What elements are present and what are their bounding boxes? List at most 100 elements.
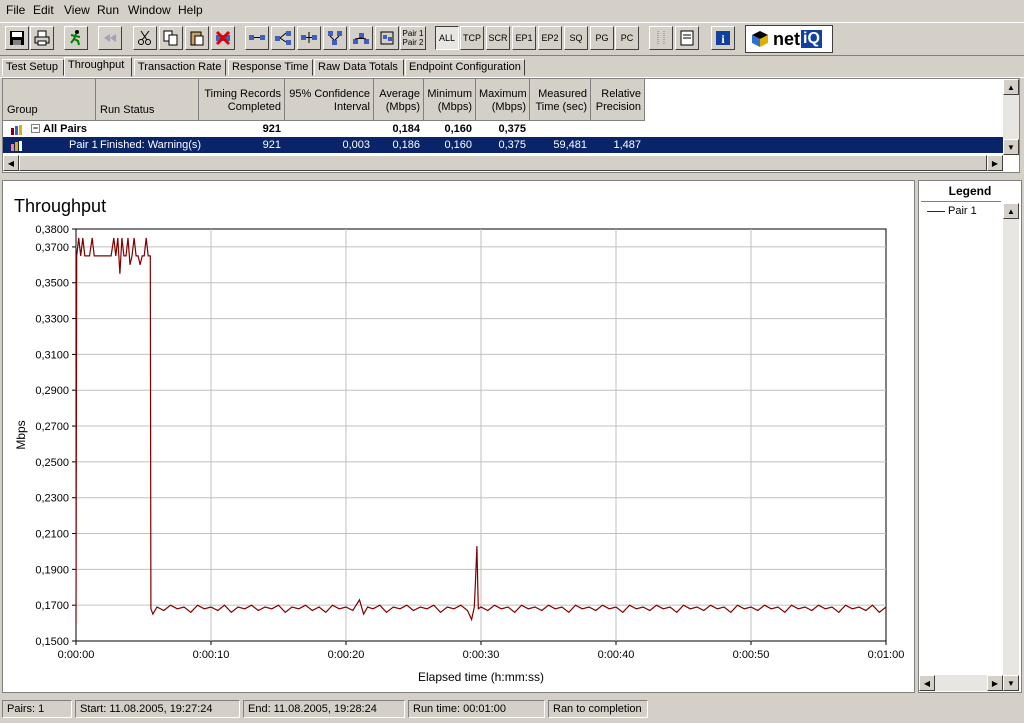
confidence-value: 0,003 — [342, 139, 370, 151]
scroll-thumb[interactable] — [19, 155, 987, 171]
scroll-left-icon[interactable]: ◀ — [3, 155, 19, 171]
tab-strip: Test Setup Throughput Transaction Rate R… — [0, 57, 1024, 78]
save-button[interactable] — [5, 26, 29, 50]
y-tick-label: 0,2300 — [35, 493, 69, 505]
menu-window[interactable]: Window — [128, 3, 171, 17]
run-button[interactable] — [64, 26, 88, 50]
chart-title: Throughput — [14, 196, 106, 216]
filter-tcp-button[interactable]: TCP — [460, 26, 484, 50]
minimum-value: 0,160 — [444, 139, 472, 151]
runner-icon — [70, 30, 81, 46]
menu-view[interactable]: View — [64, 3, 90, 17]
legend-panel: Legend Pair 1 ▲ ▼ ◀ ▶ — [918, 180, 1022, 693]
grid-horizontal-scrollbar[interactable]: ◀ ▶ — [3, 155, 1003, 171]
pair-name: Pair 1 — [69, 139, 98, 151]
header-minimum[interactable]: Minimum (Mbps) — [424, 79, 476, 121]
legend-label: Pair 1 — [948, 205, 977, 217]
scroll-right-icon[interactable]: ▶ — [987, 155, 1003, 171]
legend-item-pair-1[interactable]: Pair 1 — [927, 205, 977, 217]
y-tick-label: 0,1700 — [35, 600, 69, 612]
results-grid: Group Run Status Timing Records Completed… — [2, 78, 1020, 173]
cut-button[interactable] — [133, 26, 157, 50]
printer-icon — [34, 30, 50, 46]
tab-throughput[interactable]: Throughput — [64, 57, 132, 77]
y-tick-label: 0,1500 — [35, 636, 69, 648]
endpoint-button[interactable] — [323, 26, 347, 50]
menu-help[interactable]: Help — [178, 3, 203, 17]
legend-swatch — [927, 210, 945, 212]
maximum-value: 0,375 — [498, 139, 526, 151]
copy-icon — [163, 30, 178, 46]
netiq-cube-icon — [752, 31, 768, 47]
header-confidence[interactable]: 95% Confidence Interval — [285, 79, 374, 121]
tab-endpoint-configuration[interactable]: Endpoint Configuration — [405, 59, 525, 76]
x-tick-label: 0:01:00 — [868, 649, 905, 661]
scroll-down-icon[interactable]: ▼ — [1003, 139, 1019, 155]
paste-button[interactable] — [185, 26, 209, 50]
x-tick-label: 0:00:50 — [733, 649, 770, 661]
y-tick-label: 0,3500 — [35, 278, 69, 290]
header-timing-records[interactable]: Timing Records Completed — [199, 79, 285, 121]
filter-all-button[interactable]: ALL — [435, 26, 459, 50]
tab-transaction-rate[interactable]: Transaction Rate — [134, 59, 226, 76]
menu-run[interactable]: Run — [97, 3, 119, 17]
y-tick-label: 0,3700 — [35, 242, 69, 254]
multicast-icon — [275, 31, 291, 45]
legend-title: Legend — [948, 184, 992, 198]
y-tick-label: 0,2100 — [35, 529, 69, 541]
clipboard-icon — [190, 31, 204, 46]
pair-icon — [249, 35, 265, 40]
filter-pg-button[interactable]: PG — [590, 26, 614, 50]
tab-raw-data-totals[interactable]: Raw Data Totals — [314, 59, 404, 76]
edit-pair-button[interactable] — [297, 26, 321, 50]
menu-file[interactable]: File — [6, 3, 25, 17]
scroll-up-icon[interactable]: ▲ — [1003, 79, 1019, 95]
dotted-button[interactable] — [649, 26, 673, 50]
swap-button[interactable] — [375, 26, 399, 50]
scroll-left-icon[interactable]: ◀ — [919, 675, 935, 691]
delete-button[interactable] — [211, 26, 235, 50]
header-measured-time[interactable]: Measured Time (sec) — [530, 79, 591, 121]
header-maximum[interactable]: Maximum (Mbps) — [476, 79, 530, 121]
legend-divider — [921, 201, 1001, 202]
print-button[interactable] — [30, 26, 54, 50]
grid-vertical-scrollbar[interactable]: ▲ ▼ — [1003, 79, 1019, 155]
header-run-status[interactable]: Run Status — [96, 79, 199, 121]
table-row-all-pairs[interactable]: − All Pairs 921 0,184 0,160 0,375 — [3, 121, 1003, 137]
scroll-up-icon[interactable]: ▲ — [1003, 203, 1019, 219]
header-relative-precision[interactable]: Relative Precision — [591, 79, 645, 121]
group-name: All Pairs — [43, 123, 88, 135]
collapse-toggle[interactable]: − — [31, 124, 40, 133]
y-tick-label: 0,2500 — [35, 457, 69, 469]
status-start: Start: 11.08.2005, 19:27:24 — [75, 700, 240, 718]
report-button[interactable] — [675, 26, 699, 50]
filter-scr-button[interactable]: SCR — [486, 26, 510, 50]
table-row-pair-1[interactable]: Pair 1 Finished: Warning(s) 921 0,003 0,… — [3, 137, 1003, 153]
tab-response-time[interactable]: Response Time — [228, 59, 313, 76]
add-pair-button[interactable] — [245, 26, 269, 50]
pair-compare-button[interactable]: Pair 1 Pair 2 — [400, 26, 426, 50]
header-group[interactable]: Group — [3, 79, 96, 121]
tab-test-setup[interactable]: Test Setup — [2, 59, 64, 76]
scroll-down-icon[interactable]: ▼ — [1003, 675, 1019, 691]
filter-pc-button[interactable]: PC — [615, 26, 639, 50]
filter-ep1-button[interactable]: EP1 — [512, 26, 536, 50]
filter-ep2-button[interactable]: EP2 — [538, 26, 562, 50]
legend-vertical-scrollbar[interactable]: ▲ ▼ — [1003, 203, 1019, 691]
status-end: End: 11.08.2005, 19:28:24 — [243, 700, 405, 718]
legend-horizontal-scrollbar[interactable]: ◀ ▶ — [919, 675, 1003, 691]
info-button[interactable]: i — [711, 26, 735, 50]
add-multicast-button[interactable] — [271, 26, 295, 50]
status-pairs: Pairs: 1 — [2, 700, 72, 718]
copy-button[interactable] — [159, 26, 183, 50]
filter-sq-button[interactable]: SQ — [564, 26, 588, 50]
floppy-icon — [10, 31, 24, 45]
scroll-right-icon[interactable]: ▶ — [987, 675, 1003, 691]
rewind-button[interactable] — [98, 26, 122, 50]
header-average[interactable]: Average (Mbps) — [374, 79, 424, 121]
menu-edit[interactable]: Edit — [33, 3, 54, 17]
netiq-logo: net iQ — [745, 25, 833, 53]
group-button[interactable] — [349, 26, 373, 50]
x-tick-label: 0:00:30 — [463, 649, 500, 661]
pair-1-label: Pair 1 — [402, 29, 424, 38]
